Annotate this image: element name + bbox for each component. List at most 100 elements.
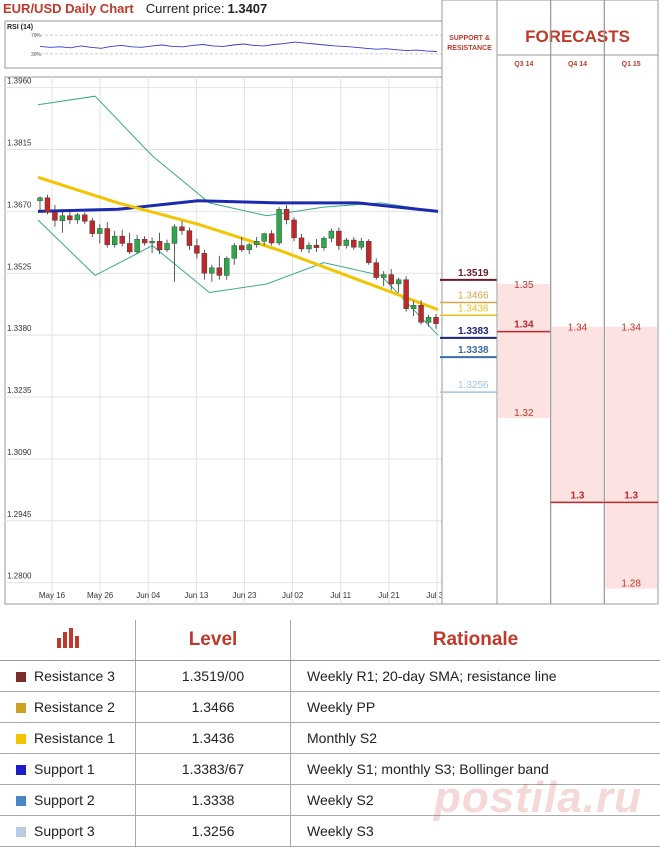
candle-body [187,231,192,246]
candle-body [254,241,259,244]
candle-body [38,198,43,201]
y-tick-label: 1.3090 [7,448,32,457]
candle-body [381,275,386,278]
candle-body [262,234,267,242]
y-tick-label: 1.3235 [7,386,32,395]
forecast-column [551,0,605,604]
color-swatch [16,765,26,775]
candle-body [329,231,334,238]
table-header-icon [0,620,136,661]
price-label: Current price: [146,1,225,16]
candle-body [97,228,102,233]
color-swatch [16,672,26,682]
candle-body [351,240,356,247]
candle-body [426,317,431,322]
forecast-low-label: 1.32 [514,408,534,419]
forecast-mid-label: 1.3 [571,490,585,501]
candle-body [217,268,222,276]
candle-body [299,238,304,249]
sr-level-label: 1.3466 [458,290,489,301]
table-header-row: Level Rationale [0,620,660,661]
forecast-mid-label: 1.34 [514,320,534,331]
table-row: Resistance 11.3436Monthly S2 [0,723,660,754]
forecast-column-label: Q1 15 [622,61,641,68]
rsi-level-label: 70% [31,33,42,39]
candle-body [82,215,87,221]
row-name: Resistance 3 [34,668,115,684]
x-tick-label: May 16 [39,591,66,600]
candle-body [247,245,252,250]
x-tick-label: Jul 02 [282,591,304,600]
candle-body [202,253,207,273]
price-value: 1.3407 [228,1,268,16]
sr-level-label: 1.3338 [458,345,489,356]
table-header-rationale: Rationale [291,620,660,661]
candle-body [374,263,379,278]
candle-body [165,243,170,249]
candle-body [75,215,80,220]
forecast-column-label: Q4 14 [568,61,587,68]
candle-body [90,221,95,234]
row-rationale: Monthly S2 [291,723,660,754]
row-name: Support 2 [34,792,95,808]
candle-body [411,305,416,308]
table-row: Resistance 31.3519/00Weekly R1; 20-day S… [0,661,660,692]
chart-area: 1.39601.38151.36701.35251.33801.32351.30… [0,0,660,612]
chart-title-bar: EUR/USD Daily ChartCurrent price:1.3407 [0,0,442,18]
candle-body [224,258,229,275]
candle-body [344,240,349,246]
rsi-frame [5,21,442,68]
x-tick-label: Jun 04 [136,591,161,600]
row-level: 1.3256 [136,816,291,847]
x-tick-label: Jun 13 [184,591,209,600]
candle-body [396,280,401,284]
candle-body [389,275,394,284]
table-row: Resistance 21.3466Weekly PP [0,692,660,723]
y-tick-label: 1.3670 [7,200,32,209]
candle-body [127,243,132,252]
candle-body [194,246,199,254]
forecast-range [605,327,657,589]
candle-body [306,245,311,249]
y-tick-label: 1.2945 [7,510,32,519]
candle-body [135,239,140,252]
row-name-cell: Resistance 1 [0,723,136,754]
y-tick-label: 1.3960 [7,77,32,86]
candle-body [120,236,125,243]
forecast-high-label: 1.35 [514,280,534,291]
candle-body [269,234,274,243]
bar-chart-icon [55,626,81,648]
candle-body [60,216,65,221]
candle-body [336,231,341,246]
candle-body [150,241,155,243]
rsi-level-label: 30% [31,52,42,58]
candle-body [112,236,117,245]
forecast-column-label: Q3 14 [514,61,533,68]
candle-body [157,241,162,250]
sr-header-line1: SUPPORT & [449,35,490,42]
row-name-cell: Support 3 [0,816,136,847]
x-tick-label: Jun 23 [232,591,257,600]
candle-body [179,227,184,231]
sr-level-label: 1.3519 [458,268,489,279]
row-name-cell: Resistance 2 [0,692,136,723]
row-name-cell: Resistance 3 [0,661,136,692]
row-name-cell: Support 2 [0,785,136,816]
forecast-range [498,284,550,418]
candle-body [404,280,409,309]
row-rationale: Weekly PP [291,692,660,723]
x-tick-label: Jul 11 [330,591,351,600]
forecast-mid-label: 1.3 [624,490,638,501]
forecast-high-label: 1.34 [568,323,588,334]
forecast-range [552,327,604,504]
y-tick-label: 1.3380 [7,324,32,333]
candle-body [284,209,289,220]
watermark: postila.ru [434,773,642,823]
row-level: 1.3519/00 [136,661,291,692]
sr-level-label: 1.3256 [458,380,489,391]
forecast-low-label: 1.28 [621,579,641,590]
candle-body [232,246,237,259]
row-level: 1.3338 [136,785,291,816]
rsi-label: RSI (14) [7,24,33,31]
candle-body [105,228,110,244]
